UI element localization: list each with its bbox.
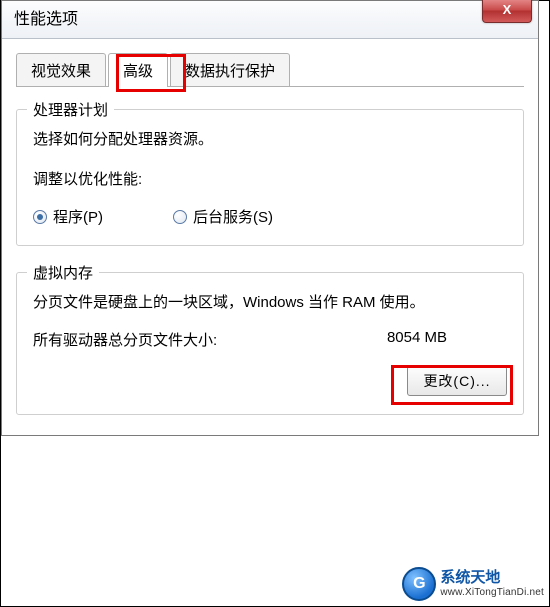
vm-button-row: 更改(C)... [33, 366, 507, 396]
radio-label: 程序(P) [53, 206, 103, 227]
tab-label: 视觉效果 [31, 63, 91, 80]
processor-adjust-label: 调整以优化性能: [33, 168, 507, 192]
processor-legend: 处理器计划 [27, 99, 114, 120]
watermark-title: 系统天地 [440, 570, 544, 587]
radio-programs[interactable]: 程序(P) [33, 206, 103, 227]
tab-visual-effects[interactable]: 视觉效果 [16, 53, 106, 86]
close-button[interactable]: X [482, 0, 532, 23]
tab-label: 高级 [123, 63, 153, 80]
vm-desc: 分页文件是硬盘上的一块区域，Windows 当作 RAM 使用。 [33, 291, 507, 315]
processor-radio-row: 程序(P) 后台服务(S) [33, 206, 507, 227]
watermark-text: 系统天地 www.XiTongTianDi.net [440, 570, 544, 598]
vm-legend: 虚拟内存 [27, 262, 99, 283]
window-title: 性能选项 [14, 11, 78, 28]
processor-groupbox: 处理器计划 选择如何分配处理器资源。 调整以优化性能: 程序(P) 后台服务(S… [16, 109, 524, 246]
watermark: G 系统天地 www.XiTongTianDi.net [402, 567, 544, 601]
titlebar: 性能选项 X [2, 1, 538, 39]
watermark-url: www.XiTongTianDi.net [440, 587, 544, 598]
client-area: 视觉效果 高级 数据执行保护 处理器计划 选择如何分配处理器资源。 调整以优化性… [2, 39, 538, 435]
performance-options-window: 性能选项 X 视觉效果 高级 数据执行保护 处理器计划 选择如何分配处理器资源。… [1, 0, 539, 436]
vm-total-label: 所有驱动器总分页文件大小: [33, 329, 217, 350]
radio-icon [173, 210, 187, 224]
change-button-label: 更改(C)... [423, 373, 490, 389]
tab-dep[interactable]: 数据执行保护 [170, 53, 290, 86]
virtual-memory-groupbox: 虚拟内存 分页文件是硬盘上的一块区域，Windows 当作 RAM 使用。 所有… [16, 272, 524, 415]
vm-total-row: 所有驱动器总分页文件大小: 8054 MB [33, 329, 507, 350]
radio-background[interactable]: 后台服务(S) [173, 206, 273, 227]
processor-desc: 选择如何分配处理器资源。 [33, 128, 507, 152]
radio-icon [33, 210, 47, 224]
globe-icon: G [402, 567, 436, 601]
globe-glyph: G [413, 575, 425, 593]
tab-label: 数据执行保护 [185, 63, 275, 80]
close-icon: X [503, 2, 512, 17]
radio-label: 后台服务(S) [193, 206, 273, 227]
tab-advanced[interactable]: 高级 [108, 53, 168, 87]
change-button[interactable]: 更改(C)... [407, 366, 507, 396]
vm-total-value: 8054 MB [387, 329, 447, 350]
tab-strip: 视觉效果 高级 数据执行保护 [16, 53, 524, 87]
